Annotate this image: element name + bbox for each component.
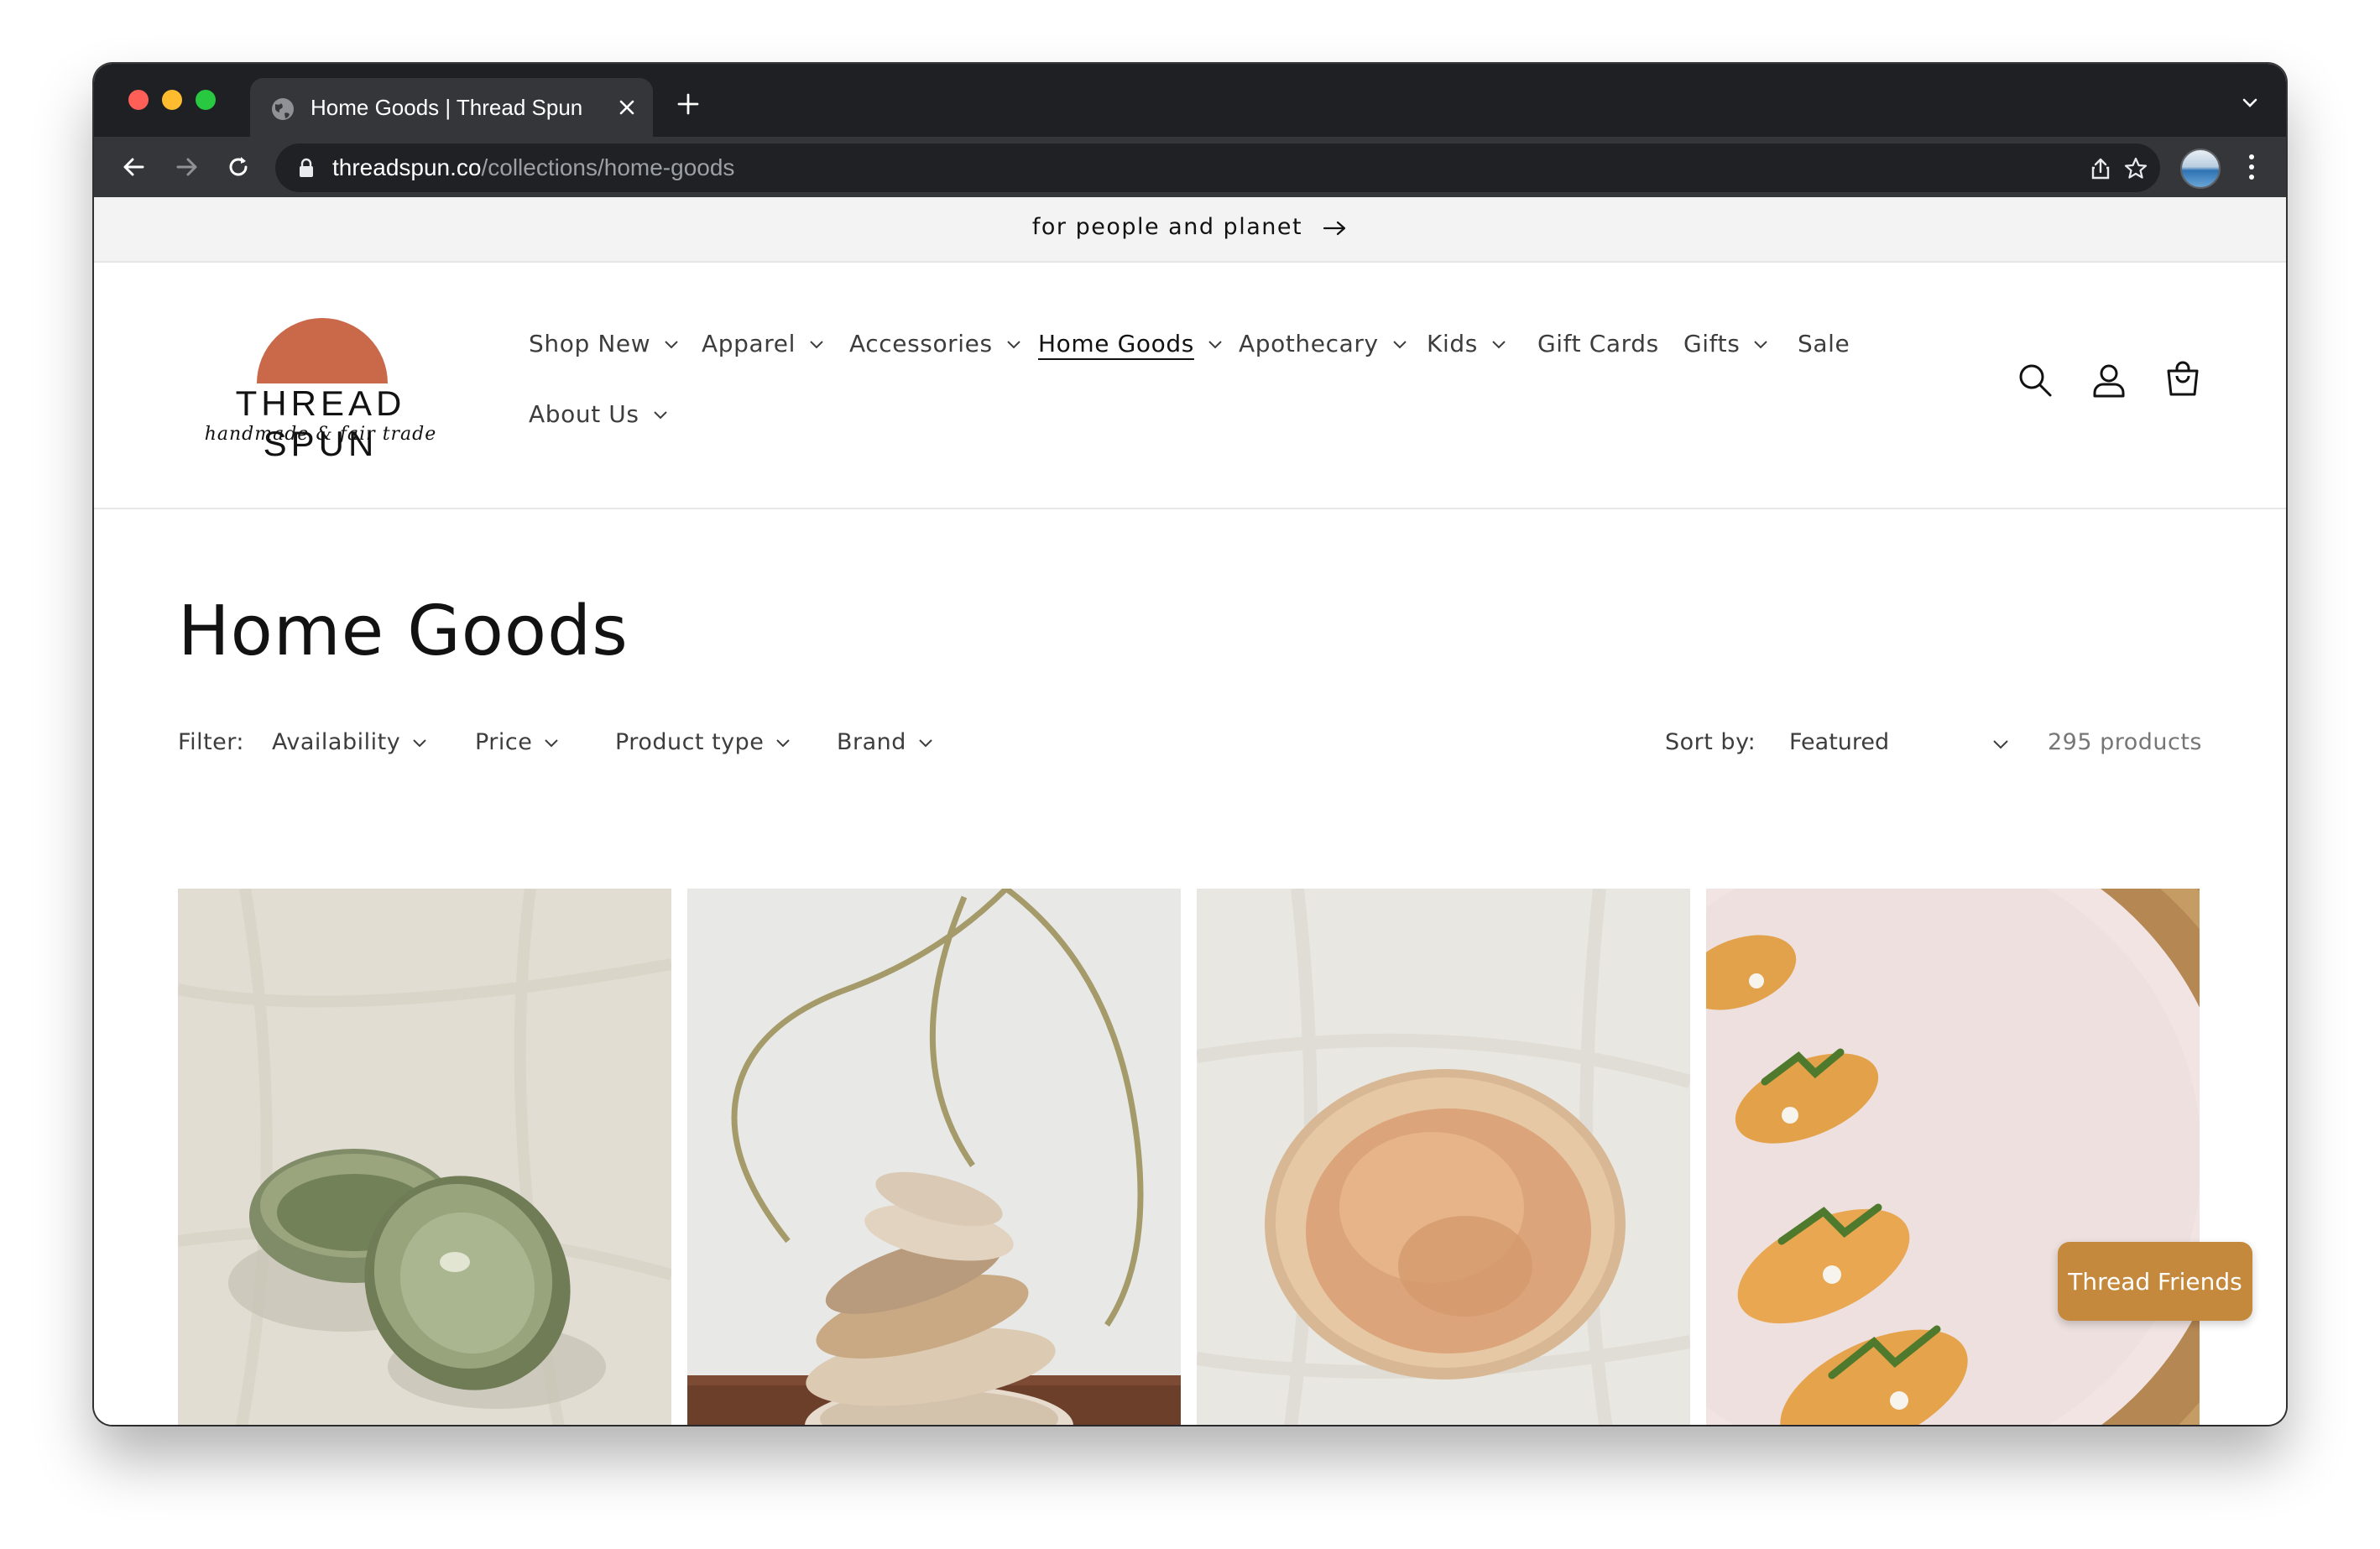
product-count: 295 products [2047, 729, 2202, 755]
chevron-down-icon[interactable] [2239, 92, 2261, 114]
chevron-down-icon [1754, 341, 1768, 349]
more-menu-icon[interactable] [2246, 152, 2257, 182]
filter-brand[interactable]: Brand [837, 729, 933, 755]
nav-label: About Us [529, 400, 639, 428]
product-card-stacked-dishes[interactable] [687, 889, 1181, 1425]
logo-tagline: handmade & fair trade [204, 424, 437, 445]
site-logo[interactable]: THREAD SPUN handmade & fair trade [178, 313, 463, 463]
filter-label: Filter: [178, 729, 244, 755]
chevron-down-icon [1492, 341, 1506, 349]
chevron-down-icon [413, 738, 426, 747]
nav-about-us[interactable]: About Us [529, 400, 668, 428]
product-card-green-bowls[interactable] [178, 889, 671, 1425]
sort-label: Sort by: [1665, 729, 1756, 755]
url-host: threadspun.co [332, 154, 482, 180]
close-tab-icon[interactable] [616, 96, 638, 118]
bookmark-star-icon[interactable] [2123, 156, 2148, 181]
sort-value: Featured [1789, 729, 1890, 755]
product-image-stacked-dishes[interactable] [687, 889, 1181, 1425]
nav-label: Kids [1427, 330, 1478, 357]
chevron-down-icon [665, 341, 678, 349]
back-arrow-icon[interactable] [119, 152, 149, 182]
nav-gifts[interactable]: Gifts [1683, 330, 1768, 357]
minimize-window-button[interactable] [162, 90, 182, 110]
nav-gift-cards[interactable]: Gift Cards [1537, 330, 1659, 357]
nav-label: Apothecary [1239, 330, 1379, 357]
cart-icon[interactable] [2163, 361, 2202, 399]
chevron-down-icon [810, 341, 823, 349]
tab-strip: Home Goods | Thread Spun [94, 64, 2286, 137]
sort-select[interactable]: Featured [1777, 724, 2021, 761]
browser-tab[interactable]: Home Goods | Thread Spun [250, 78, 653, 137]
share-icon[interactable] [2088, 156, 2113, 181]
collection-title: Home Goods [178, 592, 629, 671]
site-header: THREAD SPUN handmade & fair trade Shop N… [94, 263, 2286, 509]
chevron-down-icon [1392, 341, 1407, 349]
url-text[interactable]: threadspun.co/collections/home-goods [332, 154, 734, 181]
nav-label: Gift Cards [1537, 330, 1659, 357]
nav-shop-new[interactable]: Shop New [529, 330, 679, 357]
globe-icon [272, 98, 294, 120]
nav-label: Shop New [529, 330, 651, 357]
reload-icon[interactable] [223, 152, 253, 182]
new-tab-icon[interactable] [675, 91, 702, 117]
address-bar[interactable]: threadspun.co/collections/home-goods [275, 143, 2160, 192]
nav-label: Apparel [702, 330, 796, 357]
lock-icon[interactable] [297, 158, 316, 178]
profile-avatar[interactable] [2180, 149, 2221, 189]
nav-sale[interactable]: Sale [1798, 330, 1850, 357]
browser-window: Home Goods | Thread Spun threadspun.co/c… [94, 64, 2286, 1425]
chevron-down-icon [1993, 740, 2008, 749]
chevron-down-icon [1006, 341, 1020, 349]
filter-brand-label: Brand [837, 729, 906, 755]
nav-home-goods[interactable]: Home Goods [1038, 330, 1223, 357]
chevron-down-icon [653, 411, 667, 420]
url-path: /collections/home-goods [481, 154, 735, 180]
nav-kids[interactable]: Kids [1427, 330, 1506, 357]
product-card-peach-bowl[interactable] [1197, 889, 1690, 1425]
filter-product-type-label: Product type [615, 729, 765, 755]
nav-accessories[interactable]: Accessories [849, 330, 1021, 357]
sun-logo-icon [257, 318, 388, 383]
filter-availability-label: Availability [272, 729, 401, 755]
announcement-bar[interactable]: for people and planet [94, 197, 2286, 263]
maximize-window-button[interactable] [196, 90, 216, 110]
tab-title: Home Goods | Thread Spun [311, 95, 583, 120]
nav-apothecary[interactable]: Apothecary [1239, 330, 1407, 357]
nav-label: Gifts [1683, 330, 1741, 357]
product-image-green-bowls[interactable] [178, 889, 671, 1425]
chevron-down-icon [776, 738, 791, 747]
browser-toolbar: threadspun.co/collections/home-goods [94, 137, 2286, 197]
nav-label: Accessories [849, 330, 993, 357]
filter-price-label: Price [475, 729, 533, 755]
filter-product-type[interactable]: Product type [615, 729, 791, 755]
chevron-down-icon [919, 738, 932, 747]
filter-availability[interactable]: Availability [272, 729, 427, 755]
nav-label: Sale [1798, 330, 1850, 357]
nav-label: Home Goods [1038, 330, 1194, 357]
arrow-right-icon[interactable] [1323, 220, 1348, 237]
product-card-crostini-platter[interactable] [1706, 889, 2200, 1425]
filter-price[interactable]: Price [475, 729, 559, 755]
nav-apparel[interactable]: Apparel [702, 330, 824, 357]
chevron-down-icon [1208, 341, 1222, 349]
announcement-text[interactable]: for people and planet [1032, 214, 1302, 240]
account-icon[interactable] [2090, 361, 2128, 399]
forward-arrow-icon[interactable] [171, 152, 201, 182]
web-page: for people and planet THREAD SPUN handma… [94, 197, 2286, 1425]
chevron-down-icon [545, 738, 559, 747]
product-image-peach-bowl[interactable] [1197, 889, 1690, 1425]
product-image-crostini-platter[interactable] [1706, 889, 2200, 1425]
close-window-button[interactable] [128, 90, 149, 110]
thread-friends-button[interactable]: Thread Friends [2058, 1242, 2252, 1321]
search-icon[interactable] [2016, 361, 2054, 399]
